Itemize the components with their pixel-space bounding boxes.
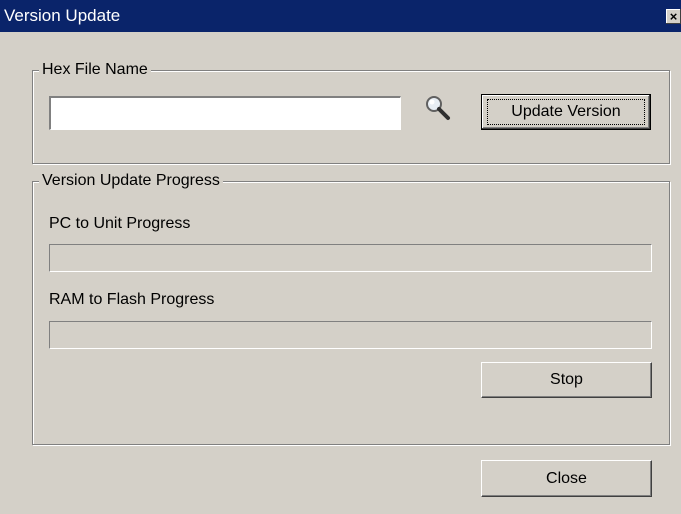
update-version-label: Update Version — [487, 99, 645, 125]
version-update-dialog: Version Update × Hex File Name Update Ve… — [0, 0, 681, 514]
hex-file-name-legend: Hex File Name — [39, 59, 151, 81]
window-title: Version Update — [4, 6, 121, 25]
ram-to-flash-progress-bar — [49, 321, 652, 349]
update-version-button[interactable]: Update Version — [481, 94, 651, 130]
stop-button[interactable]: Stop — [481, 362, 652, 398]
ram-to-flash-label: RAM to Flash Progress — [49, 291, 215, 308]
close-window-icon[interactable]: × — [666, 9, 681, 24]
search-icon[interactable] — [422, 93, 452, 123]
title-bar[interactable]: Version Update × — [0, 0, 681, 32]
hex-file-input[interactable] — [49, 96, 401, 130]
pc-to-unit-label: PC to Unit Progress — [49, 215, 191, 232]
pc-to-unit-progress-bar — [49, 244, 652, 272]
version-update-progress-legend: Version Update Progress — [39, 170, 223, 192]
close-button[interactable]: Close — [481, 460, 652, 497]
